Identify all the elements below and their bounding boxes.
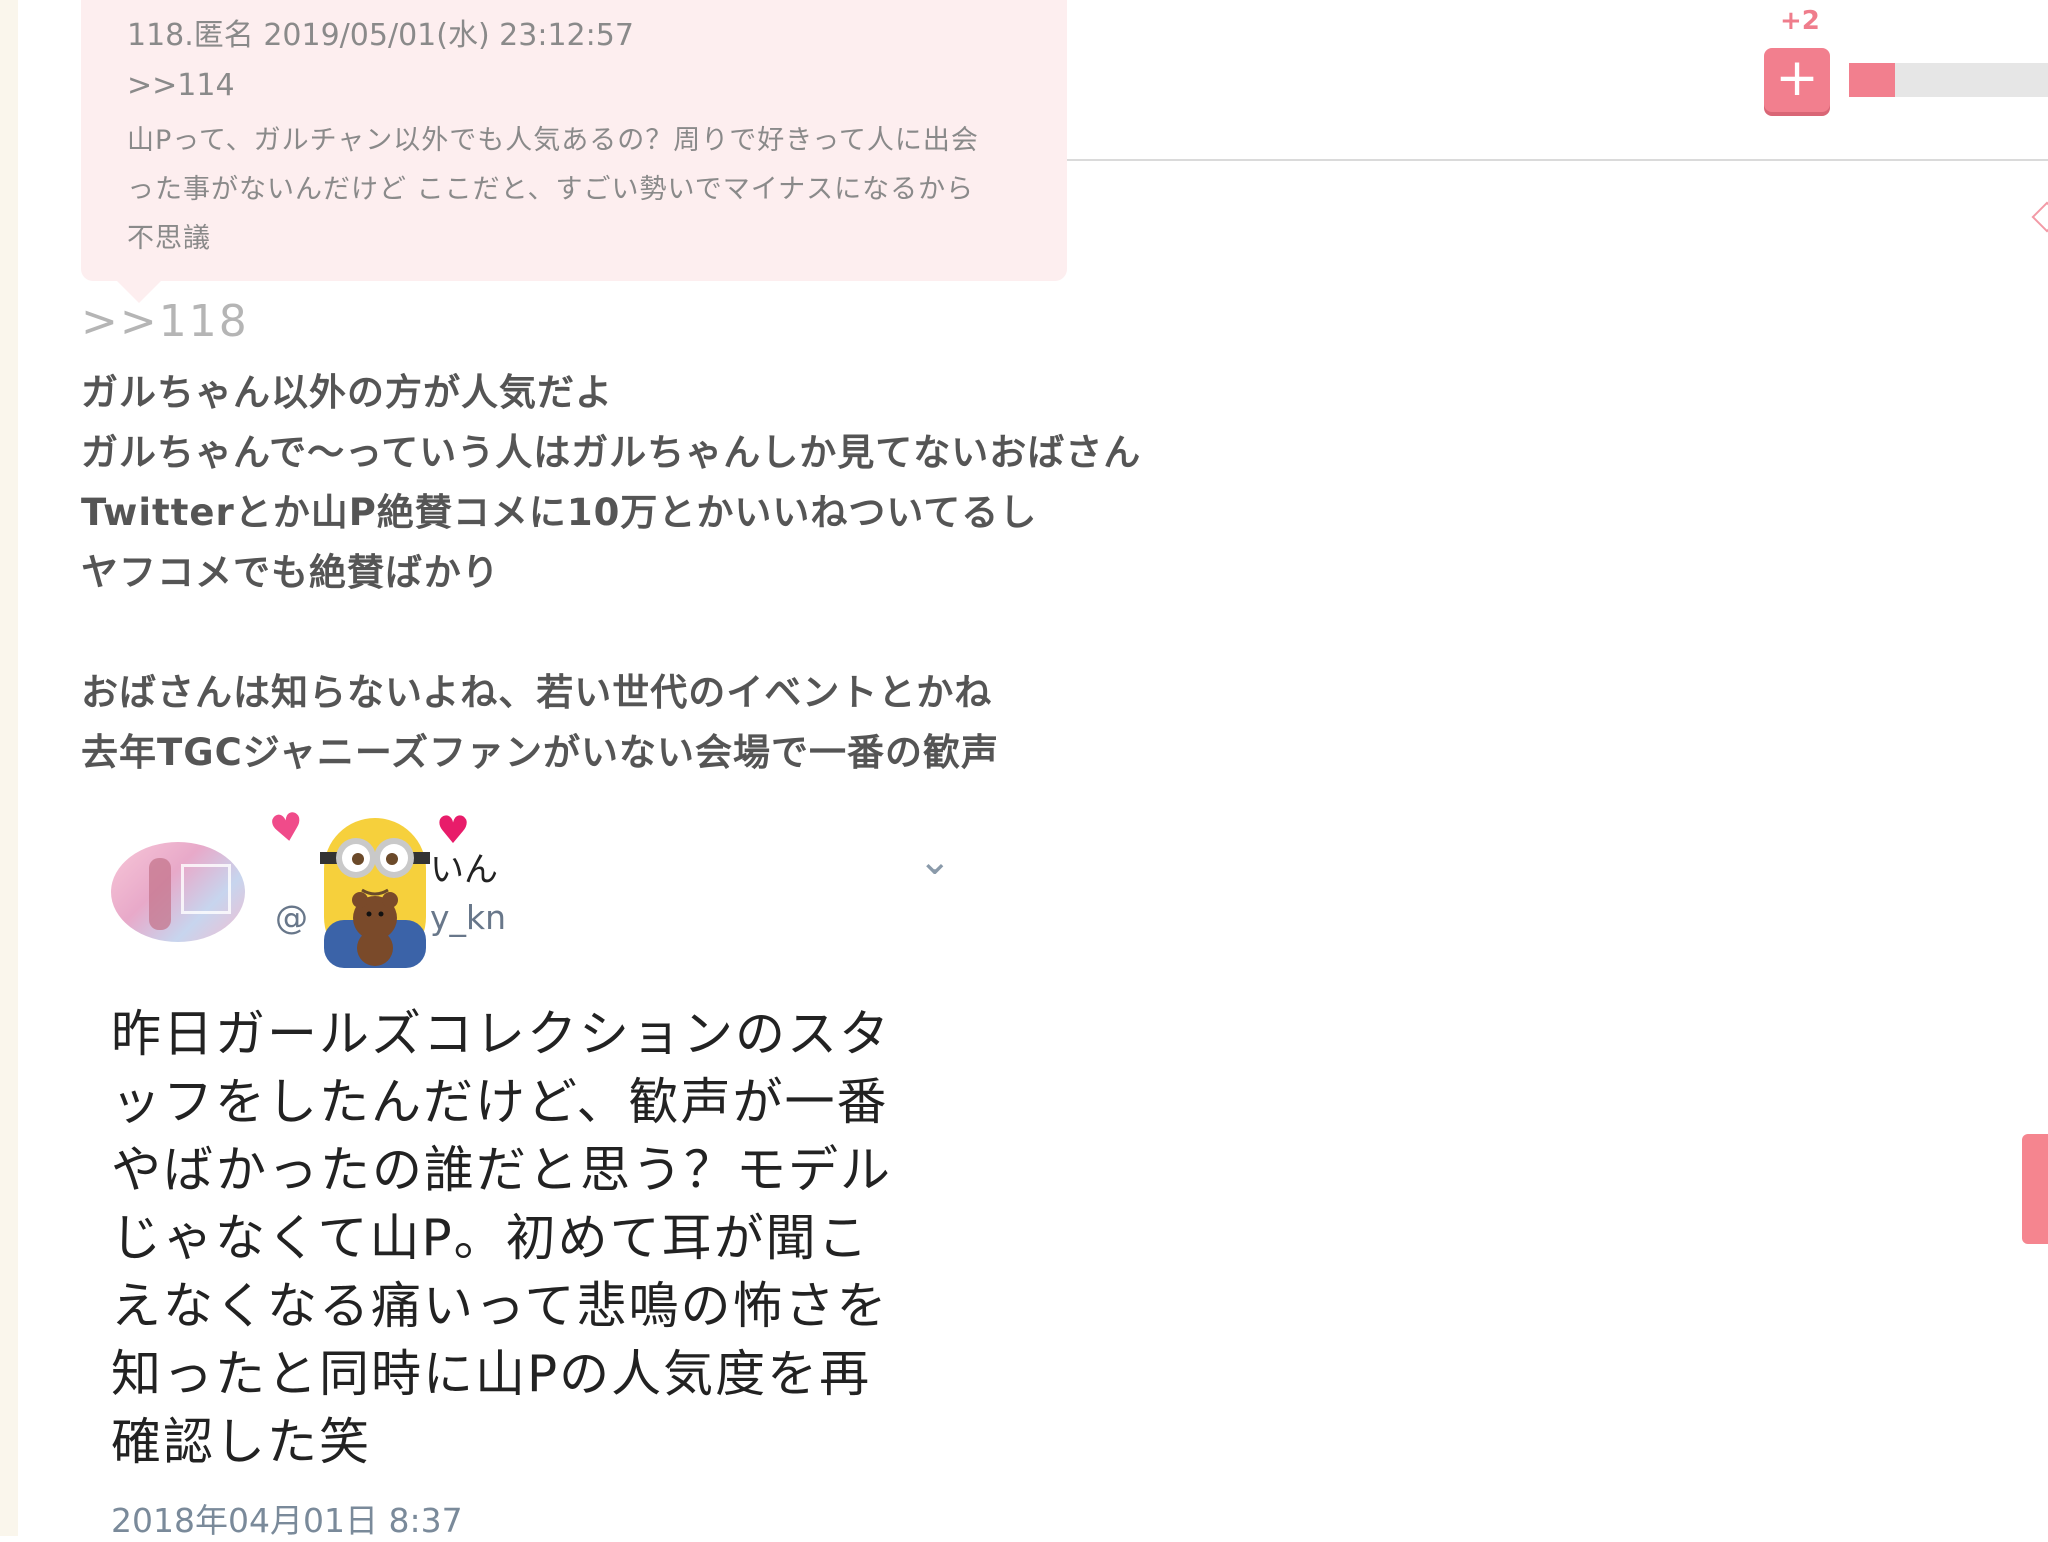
tweet-text-line: 昨日ガールズコレクションのスタ [111,1005,891,1063]
tweet-text-line: やばかったの誰だと思う？モデル [111,1141,892,1199]
minion-sticker-icon [320,818,430,968]
tweet-text-line: えなくなる痛いって悲鳴の怖さを [111,1277,889,1335]
tweet-display-name: いん [430,850,498,890]
quoted-comment-bubble: 118.匿名 2019/05/01(水) 23:12:57 >>114 山Pって… [81,0,1067,303]
tweet-avatar [111,842,245,942]
reply-anchor-link[interactable]: >>118 [81,296,249,347]
plus-vote-button[interactable]: + [1764,48,1830,112]
tweet-text-line: ッフをしたんだけど、歓声が一番 [111,1073,889,1131]
reply-text-line: おばさんは知らないよね、若い世代のイベントとかね [81,671,993,714]
comment-divider [1067,159,2048,161]
tweet-handle-suffix: y_kn [430,898,507,937]
chevron-down-icon[interactable]: ⌄ [918,838,952,884]
tweet-text-line: 知ったと同時に山Pの人気度を再 [111,1345,872,1403]
side-tab-button[interactable] [2022,1134,2048,1244]
quoted-comment-line: 不思議 [127,223,211,254]
scroll-marker-icon[interactable] [2031,201,2048,233]
tweet-handle-prefix: @ [275,898,308,937]
quoted-comment-anchor-link[interactable]: >>114 [127,68,235,103]
quoted-comment-line: 山Pって、ガルチャン以外でも人気あるの？周りで好きって人に出会 [127,125,979,156]
tweet-text-line: じゃなくて山P。初めて耳が聞こ [111,1209,870,1267]
reply-text-line: 去年TGCジャニーズファンがいない会場で一番の歓声 [81,731,1000,774]
avatar-sign [181,864,231,914]
reply-text-line: ヤフコメでも絶賛ばかり [81,551,500,594]
reply-text-line: Twitterとか山P絶賛コメに10万とかいいねついてるし [81,491,1038,534]
reply-text-line: ガルちゃん以外の方が人気だよ [81,371,613,414]
vote-count: +2 [1780,6,1820,36]
vote-ratio-bar [1849,63,2048,97]
quoted-comment-line: った事がないんだけど ここだと、すごい勢いでマイナスになるから [127,174,975,205]
avatar-figure [149,858,171,930]
heart-sticker-icon: ♥ [266,803,308,853]
tweet-timestamp: 2018年04月01日 8:37 [111,1501,463,1540]
tweet-text-line: 確認した笑 [111,1413,371,1471]
reply-text-line: ガルちゃんで〜っていう人はガルちゃんしか見てないおばさん [81,431,1142,474]
quoted-comment-meta: 118.匿名 2019/05/01(水) 23:12:57 [127,18,634,53]
vote-ratio-fill [1849,63,1895,97]
left-margin-strip [0,0,18,1536]
